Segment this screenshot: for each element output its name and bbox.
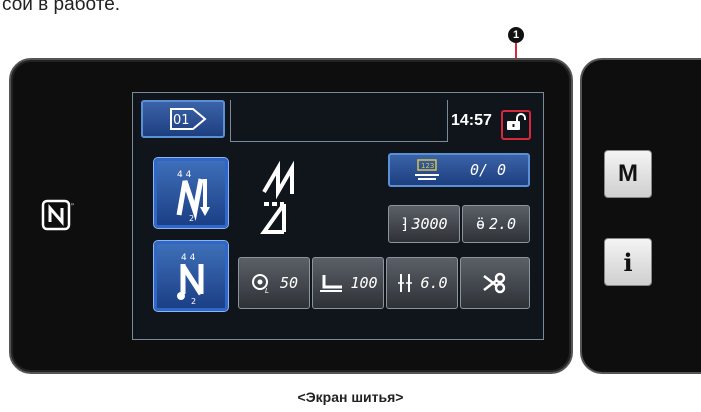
max-speed-button[interactable]: ⁆ 3000 <box>388 205 460 243</box>
svg-text:L: L <box>265 287 269 294</box>
svg-text:2: 2 <box>189 214 194 223</box>
mode-button[interactable]: M <box>604 150 652 198</box>
max-speed-value: 3000 <box>411 215 448 233</box>
stitch-length-icon: ӫ <box>475 215 485 233</box>
feed-amount-button[interactable]: 6.0 <box>386 257 458 309</box>
pattern-name-field-left-edge <box>230 100 231 141</box>
thread-tension-button[interactable]: L 50 <box>238 257 310 309</box>
presser-foot-button[interactable]: 100 <box>312 257 384 309</box>
information-button[interactable]: i <box>604 238 652 286</box>
status-divider <box>447 100 448 141</box>
presser-foot-value: 100 <box>350 274 378 292</box>
speed-icon: ⁆ <box>400 215 410 233</box>
pattern-name-field[interactable] <box>230 100 448 142</box>
callout-box <box>501 110 531 140</box>
counter-value: 0/ 0 <box>469 161 507 179</box>
clock-time: 14:57 <box>451 112 492 129</box>
feed-amount-value: 6.0 <box>420 274 448 292</box>
svg-text:™: ™ <box>70 203 74 210</box>
reverse-stitch-start-icon: 4 4 2 <box>176 170 210 223</box>
pattern-number: 01 <box>173 113 190 128</box>
svg-text:4 4: 4 4 <box>181 253 196 263</box>
pattern-select-button[interactable]: 01 <box>141 100 225 138</box>
thread-tension-value: 50 <box>279 274 299 292</box>
nfc-icon: ™ <box>41 199 74 231</box>
callout-marker: 1 <box>508 27 524 43</box>
document-top-text: сой в работе. <box>2 0 121 15</box>
stitch-length-button[interactable]: ӫ 2.0 <box>462 205 530 243</box>
feed-amount-icon <box>398 274 413 292</box>
figure-caption: <Экран шитья> <box>297 389 404 405</box>
reverse-stitch-end-button[interactable]: 4 4 2 <box>153 240 229 312</box>
counter-icon: 123 <box>414 159 439 180</box>
reverse-stitch-end-icon: 4 4 2 <box>177 253 204 306</box>
stitch-pattern-preview-icon <box>260 160 294 234</box>
thread-trimmer-button[interactable] <box>460 257 530 309</box>
svg-text:4 4: 4 4 <box>177 170 192 180</box>
reverse-stitch-start-button[interactable]: 4 4 2 <box>153 157 229 229</box>
svg-text:123: 123 <box>421 162 434 170</box>
pattern-tag-icon: 01 <box>170 108 207 130</box>
stitch-length-value: 2.0 <box>488 215 517 233</box>
svg-text:2: 2 <box>191 297 196 306</box>
thread-tension-icon: L <box>251 274 269 294</box>
scissors-icon <box>483 272 506 294</box>
presser-foot-icon <box>320 275 343 292</box>
device-right-panel <box>580 58 701 374</box>
counter-button[interactable]: 123 0/ 0 <box>388 153 530 187</box>
